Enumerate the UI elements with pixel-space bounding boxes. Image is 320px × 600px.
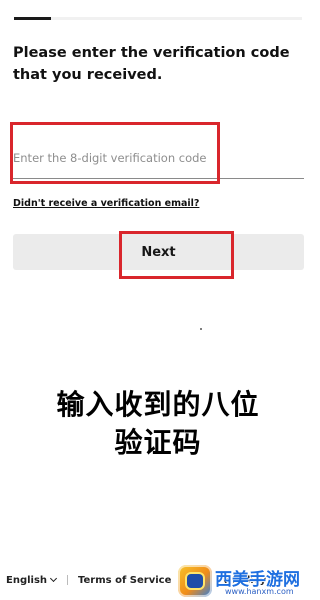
verification-code-field: [13, 138, 304, 179]
progress-bar: [14, 17, 52, 20]
next-button[interactable]: Next: [13, 234, 304, 270]
resend-verification-link[interactable]: Didn't receive a verification email?: [13, 198, 199, 209]
footer-divider: [66, 575, 68, 585]
watermark-url: www.hanxm.com: [225, 587, 294, 596]
verification-code-input[interactable]: [13, 151, 304, 165]
terms-of-service-link[interactable]: Terms of Service: [78, 575, 171, 586]
chevron-down-icon: [50, 574, 58, 583]
progress-track: [14, 17, 302, 20]
watermark: 西美手游网 www.hanxm.com: [178, 563, 316, 600]
watermark-logo-icon: [178, 565, 212, 597]
language-selector[interactable]: English: [6, 574, 58, 586]
language-label: English: [6, 575, 48, 586]
overlay-caption: 输入收到的八位 验证码: [0, 386, 316, 462]
dot-mark: [200, 328, 202, 330]
overlay-caption-line-2: 验证码: [114, 426, 202, 459]
page-title: Please enter the verification code that …: [13, 45, 290, 83]
overlay-caption-line-1: 输入收到的八位: [56, 388, 260, 421]
